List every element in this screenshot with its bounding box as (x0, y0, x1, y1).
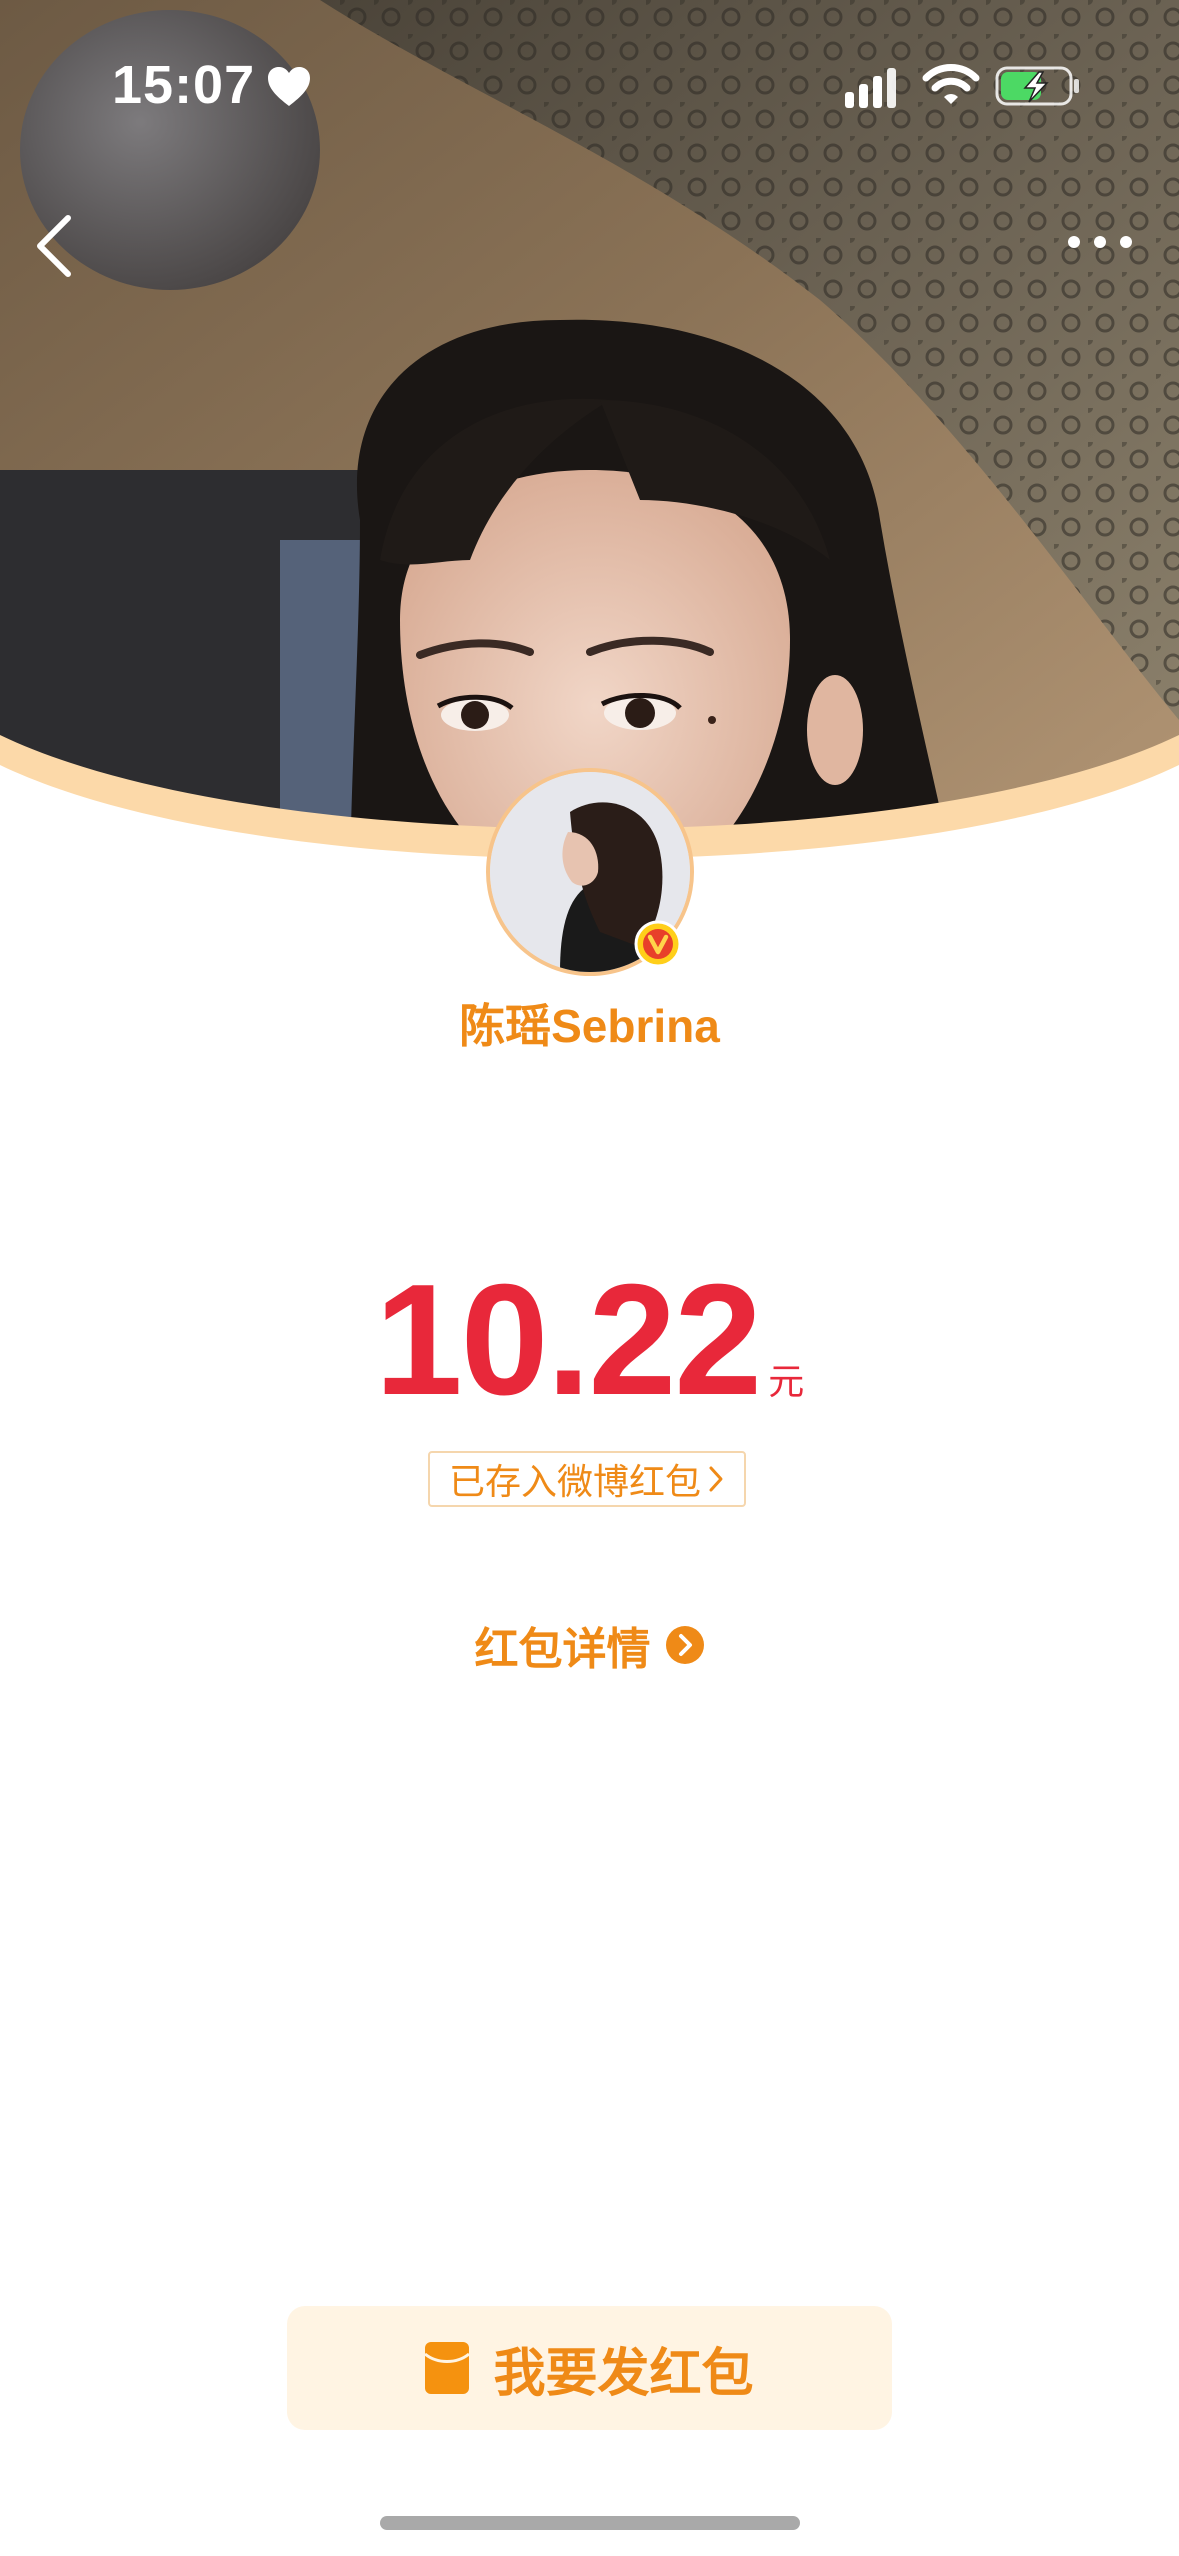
wifi-icon (922, 64, 980, 104)
send-red-packet-label: 我要发红包 (493, 2344, 754, 2403)
saved-to-wallet-link[interactable]: 已存入微博红包 (428, 1451, 746, 1507)
status-bar: 15:07 (0, 0, 1179, 140)
sender-avatar-wrapper[interactable] (486, 768, 694, 976)
home-indicator[interactable] (380, 2516, 800, 2530)
header-photo: 15:07 (0, 0, 1179, 900)
verified-badge-icon (634, 920, 682, 968)
arrow-circle-right-icon (665, 1626, 704, 1664)
amount-display: 10.22 元 (0, 1250, 1179, 1431)
status-time: 15:07 (112, 55, 256, 115)
red-packet-details-link[interactable]: 红包详情 (0, 1610, 1179, 1680)
chevron-right-icon (709, 1466, 723, 1492)
saved-to-wallet-label: 已存入微博红包 (448, 1461, 701, 1502)
signal-icon (845, 68, 896, 108)
red-envelope-icon (425, 2342, 470, 2394)
amount-value: 10.22 (374, 1252, 762, 1428)
back-button[interactable] (28, 210, 84, 282)
battery-charging-icon (995, 66, 1079, 106)
amount-unit: 元 (768, 1361, 805, 1402)
send-red-packet-button[interactable]: 我要发红包 (287, 2306, 892, 2430)
more-options-button[interactable] (1060, 222, 1140, 262)
red-packet-details-label: 红包详情 (474, 1625, 651, 1674)
sender-name[interactable]: 陈瑶Sebrina (0, 990, 1179, 1056)
heart-icon (268, 67, 310, 106)
